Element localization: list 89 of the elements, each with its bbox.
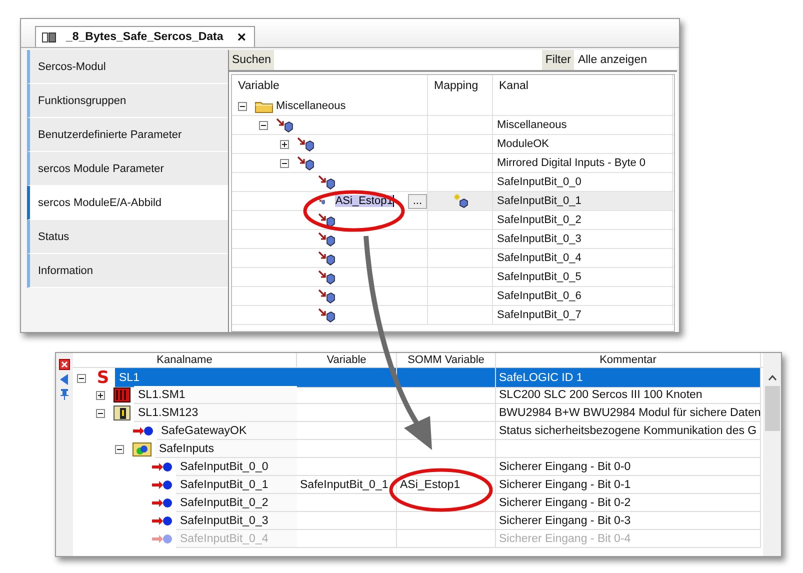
somm-variable-cell: ASi_Estop1	[397, 476, 496, 494]
arrow-cube-icon	[318, 308, 335, 322]
channel-name[interactable]: SafeInputBit_0_2	[176, 494, 297, 512]
logo-letter: S	[96, 368, 110, 388]
module-icon	[113, 405, 131, 421]
column-header[interactable]: SOMM Variable	[397, 353, 496, 367]
scrollbar[interactable]	[763, 353, 781, 556]
channel-name[interactable]: SafeInputBit_0_0	[176, 458, 297, 476]
column-header[interactable]: Variable	[297, 353, 397, 367]
folder-icon	[132, 441, 152, 457]
comment-cell: Sicherer Eingang - Bit 0-1	[496, 476, 761, 494]
arrow-cube-icon	[276, 118, 293, 132]
comment-cell: Sicherer Eingang - Bit 0-4	[496, 530, 761, 548]
scroll-thumb[interactable]	[764, 386, 780, 431]
column-header[interactable]: Kommentar	[496, 353, 761, 367]
nav-item[interactable]: Status	[27, 220, 228, 254]
nav-item[interactable]: Sercos-Modul	[27, 50, 228, 84]
channel-name[interactable]: SL1.SM1	[134, 386, 297, 404]
channel-name: SafeInputBit_0_4	[497, 252, 582, 264]
expand-toggle[interactable]	[280, 140, 289, 148]
channel-name: SafeInputBit_0_7	[497, 309, 582, 321]
comment-cell: Sicherer Eingang - Bit 0-0	[496, 458, 761, 476]
arrow-cube-icon	[318, 270, 335, 284]
nav-item[interactable]: Information	[27, 254, 228, 288]
arrow-cube-icon	[318, 288, 335, 304]
nav-item[interactable]: Benutzerdefinierte Parameter	[27, 118, 228, 152]
arrow-dot-icon	[151, 533, 173, 545]
arrow-dot-icon	[151, 497, 173, 509]
arrow-cube-icon	[318, 232, 335, 246]
comment-cell: Status sicherheitsbezogene Kommunikation des G	[496, 422, 761, 440]
nav-item[interactable]: sercos Module Parameter	[27, 152, 228, 186]
column-header[interactable]: Variable	[232, 75, 428, 97]
tab-title: _8_Bytes_Safe_Sercos_Data	[66, 31, 224, 43]
search-label[interactable]: Suchen	[229, 50, 274, 70]
expand-toggle[interactable]	[96, 390, 105, 400]
column-header[interactable]: Kanalname	[73, 353, 297, 367]
column-header[interactable]: Kanal	[493, 75, 673, 97]
channel-name[interactable]: SafeInputBit_0_1	[176, 476, 297, 494]
arrow-dot-icon	[151, 479, 173, 491]
filter-label[interactable]: Filter	[542, 50, 574, 70]
arrow-dot-icon	[151, 461, 173, 473]
editor-tab[interactable]: _8_Bytes_Safe_Sercos_Data ×	[35, 26, 256, 47]
collapse-toggle[interactable]	[259, 120, 268, 130]
nav-item[interactable]: sercos ModuleE/A-Abbild	[27, 186, 228, 220]
channel-name: SafeInputBit_0_1	[497, 195, 582, 207]
collapse-toggle[interactable]	[280, 158, 289, 168]
variable-cell: SafeInputBit_0_1	[297, 476, 397, 494]
channel-name: SafeInputBit_0_0	[497, 176, 582, 188]
column-header[interactable]: Mapping	[428, 75, 493, 97]
arrow-dot-icon	[132, 425, 154, 437]
tree-label[interactable]: Miscellaneous	[276, 100, 346, 112]
close-button[interactable]: ×	[237, 30, 246, 44]
close-icon[interactable]	[59, 359, 70, 370]
arrow-cube-icon	[318, 212, 335, 228]
arrow-cube-icon	[297, 136, 314, 152]
comment-cell: SLC200 SLC 200 Sercos III 100 Knoten	[496, 386, 761, 404]
collapse-toggle[interactable]	[115, 444, 124, 454]
channel-name: Miscellaneous	[497, 119, 567, 131]
module-icon	[113, 387, 131, 403]
arrow-left-icon[interactable]	[60, 374, 69, 385]
comment-cell: BWU2984 B+W BWU2984 Modul für sichere Daten	[496, 404, 761, 422]
pin-icon[interactable]	[60, 389, 69, 400]
filter-value[interactable]: Alle anzeigen	[574, 50, 677, 70]
channel-name[interactable]: SL1.SM123	[134, 404, 297, 422]
comment-cell: Sicherer Eingang - Bit 0-3	[496, 512, 761, 530]
channel-name: SafeInputBit_0_6	[497, 290, 582, 302]
scroll-up-icon[interactable]	[768, 375, 776, 381]
channel-name[interactable]: SL1	[115, 368, 297, 388]
folder-icon	[255, 100, 273, 112]
channel-name: Mirrored Digital Inputs - Byte 0	[497, 157, 646, 169]
collapse-toggle[interactable]	[77, 374, 86, 382]
channel-name[interactable]: SafeGatewayOK	[157, 422, 297, 440]
comment-cell: Sicherer Eingang - Bit 0-2	[496, 494, 761, 512]
arrow-dot-icon	[151, 515, 173, 527]
channel-name[interactable]: SafeInputBit_0_3	[176, 512, 297, 530]
collapse-toggle[interactable]	[96, 408, 105, 418]
channel-name: ModuleOK	[497, 138, 549, 150]
browse-button[interactable]: ...	[408, 194, 427, 208]
arrow-cube-icon	[318, 174, 335, 190]
editor-icon	[42, 32, 56, 42]
nav-item[interactable]: Funktionsgruppen	[27, 84, 228, 118]
comment-cell: SafeLOGIC ID 1	[496, 368, 761, 388]
channel-name: SafeInputBit_0_2	[497, 214, 582, 226]
arrow-cube-icon	[297, 156, 314, 170]
channel-name[interactable]: SafeInputs	[155, 440, 297, 458]
collapse-toggle[interactable]	[238, 102, 247, 110]
arrow-cube-icon	[318, 250, 335, 266]
channel-name: SafeInputBit_0_3	[497, 233, 582, 245]
channel-name: SafeInputBit_0_5	[497, 271, 582, 283]
